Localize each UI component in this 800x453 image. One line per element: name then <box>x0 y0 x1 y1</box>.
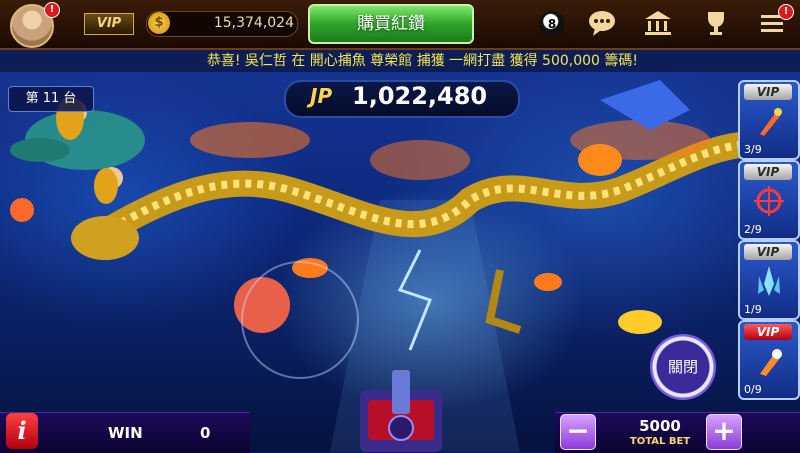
trophy-icon[interactable] <box>700 8 732 40</box>
card-count: 2/9 <box>744 223 762 236</box>
weapon-card-bomb[interactable]: VIP 0/9 <box>738 320 800 400</box>
notification-badge: ! <box>44 2 60 18</box>
notification-badge: ! <box>778 4 794 20</box>
dragon-leg-icon <box>485 269 522 334</box>
bomb-icon <box>760 349 782 376</box>
buy-red-diamonds-button[interactable]: 購買紅鑽 <box>308 4 474 44</box>
card-vip-label: VIP <box>744 84 792 100</box>
clownfish-icon <box>534 273 562 291</box>
increase-bet-button[interactable]: + <box>706 414 742 450</box>
card-count: 1/9 <box>744 303 762 316</box>
flame-icon <box>190 122 310 158</box>
total-bet-value: 5000 <box>639 417 681 435</box>
clownfish-icon <box>292 258 328 278</box>
card-count: 0/9 <box>744 383 762 396</box>
ocean-scene[interactable]: ! VIP $ 15,374,024 購買紅鑽 8 ! 恭喜! 吳仁哲 在 開心… <box>0 0 800 453</box>
win-label: WIN <box>108 424 143 442</box>
win-value: 0 <box>200 424 211 442</box>
weapon-card-crosshair[interactable]: VIP 2/9 <box>738 160 800 240</box>
close-button[interactable]: 關閉 <box>650 334 716 400</box>
card-vip-label: VIP <box>744 324 792 340</box>
announcement-ticker: 恭喜! 吳仁哲 在 開心捕魚 尊榮館 捕獲 一網打盡 獲得 500,000 籌碼… <box>0 50 800 72</box>
mermaid-hair-icon <box>94 168 118 204</box>
goldfish-icon <box>578 144 622 176</box>
missile-icon <box>760 108 782 136</box>
vip-badge[interactable]: VIP <box>84 13 134 35</box>
flame-icon <box>370 140 470 180</box>
ice-crystal-icon <box>758 266 780 296</box>
mermaid-tail-icon <box>10 138 70 162</box>
info-button[interactable]: i <box>6 413 38 449</box>
bank-icon[interactable] <box>642 8 674 40</box>
angelfish-icon <box>618 310 662 334</box>
crosshair-icon <box>754 186 784 216</box>
lionfish-icon <box>10 198 34 222</box>
card-vip-label: VIP <box>744 244 792 260</box>
cannon-icon[interactable] <box>354 370 448 452</box>
total-bet-label: TOTAL BET <box>629 436 691 447</box>
chat-icon[interactable] <box>586 8 618 40</box>
jackpot-value: 1,022,480 <box>352 82 488 110</box>
decrease-bet-button[interactable]: − <box>560 414 596 450</box>
card-count: 3/9 <box>744 143 762 156</box>
weapon-card-missile[interactable]: VIP 3/9 <box>738 80 800 160</box>
coin-icon: $ <box>148 12 170 34</box>
weapon-card-ice[interactable]: VIP 1/9 <box>738 240 800 320</box>
table-number: 第 11 台 <box>8 86 94 112</box>
jackpot-label: JP <box>310 84 333 108</box>
eight-ball-icon[interactable]: 8 <box>539 11 565 37</box>
coin-balance: 15,374,024 <box>213 15 294 31</box>
dragon-head-icon <box>71 216 139 260</box>
card-vip-label: VIP <box>744 164 792 180</box>
